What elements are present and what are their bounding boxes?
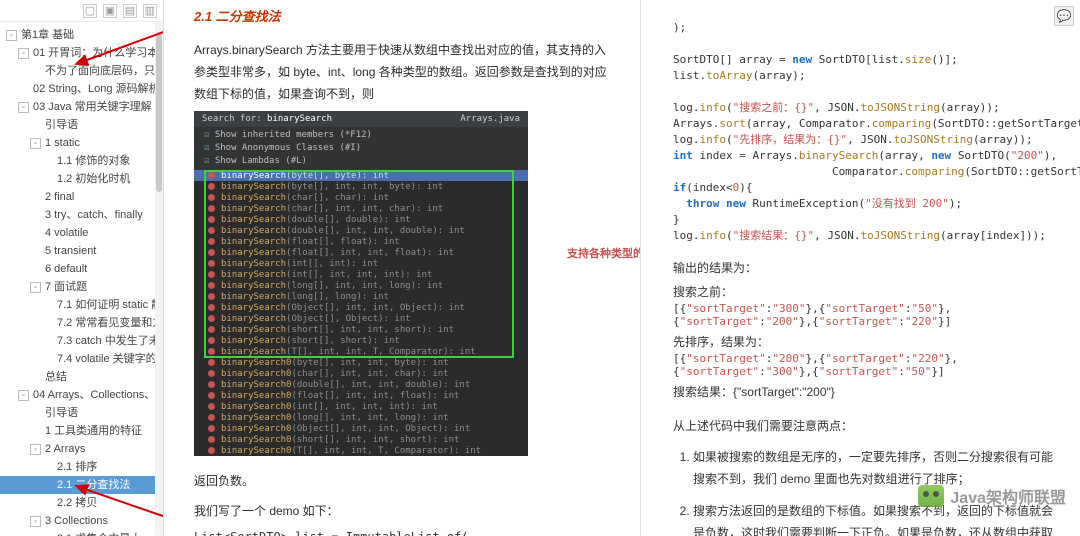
- output-heading: 输出的结果为：: [673, 258, 1062, 278]
- tree-node[interactable]: 7.1 如何证明 static 静态变量和类无关？: [0, 296, 163, 314]
- ide-result-row: binarySearch(double[], int, int, double)…: [194, 225, 528, 236]
- ide-options: Show inherited members (*F12) Show Anony…: [194, 127, 528, 170]
- ide-result-row: binarySearch(byte[], byte): int: [194, 170, 528, 181]
- ide-result-row: binarySearch0(T[], int, int, T, Comparat…: [194, 445, 528, 456]
- ide-result-row: binarySearch(Object[], Object): int: [194, 313, 528, 324]
- tree-node[interactable]: 7.4 volatile 关键字的作用和原理: [0, 350, 163, 368]
- annotation-text: 支持各种类型的参数: [567, 245, 640, 261]
- ide-result-row: binarySearch(byte[], int, int, byte): in…: [194, 181, 528, 192]
- article-right: 💬 ); SortDTO[] array = new SortDTO[list.…: [641, 0, 1080, 536]
- ide-option: Show Lambdas (#L): [204, 155, 518, 168]
- ide-result-row: binarySearch0(long[], int, int, long): i…: [194, 412, 528, 423]
- output-line: 搜索之前：: [673, 282, 1062, 302]
- ide-result-row: binarySearch(double[], double): int: [194, 214, 528, 225]
- ide-result-row: binarySearch0(short[], int, int, short):…: [194, 434, 528, 445]
- tree-node[interactable]: 1 工具类通用的特征: [0, 422, 163, 440]
- tree-node[interactable]: 1.1 修饰的对象: [0, 152, 163, 170]
- output-line: 搜索结果：{"sortTarget":"200"}: [673, 382, 1062, 402]
- ide-result-row: binarySearch(char[], char): int: [194, 192, 528, 203]
- tree-node[interactable]: 不为了面向底层码，只为了更好的实践: [0, 62, 163, 80]
- tree-node[interactable]: 6 default: [0, 260, 163, 278]
- tree-node[interactable]: 引导语: [0, 116, 163, 134]
- tree-node[interactable]: 2 final: [0, 188, 163, 206]
- tool-icon[interactable]: ▥: [143, 4, 157, 18]
- section-heading: 2.1 二分查找法: [194, 6, 618, 25]
- ide-result-row: binarySearch(Object[], int, int, Object)…: [194, 302, 528, 313]
- tree-node[interactable]: 总结: [0, 368, 163, 386]
- ide-result-row: binarySearch0(int[], int, int, int): int: [194, 401, 528, 412]
- paragraph: 返回负数。: [194, 470, 618, 492]
- ide-result-row: binarySearch(T[], int, int, T, Comparato…: [194, 346, 528, 357]
- ide-result-row: binarySearch(float[], float): int: [194, 236, 528, 247]
- ide-option: Show inherited members (*F12): [204, 129, 518, 142]
- watermark: Java架构师联盟: [918, 484, 1066, 508]
- tool-icon[interactable]: ▢: [83, 4, 97, 18]
- tree-node[interactable]: 5 transient: [0, 242, 163, 260]
- tree-node[interactable]: 2.1 排序: [0, 458, 163, 476]
- article-left: 2.1 二分查找法 Arrays.binarySearch 方法主要用于快速从数…: [164, 0, 640, 536]
- ide-result-row: binarySearch0(Object[], int, int, Object…: [194, 423, 528, 434]
- ide-result-row: binarySearch(int[], int, int, int): int: [194, 269, 528, 280]
- ide-search-value: binarySearch: [267, 114, 332, 124]
- ide-result-row: binarySearch(float[], int, int, float): …: [194, 247, 528, 258]
- ide-screenshot: Search for: binarySearch Arrays.java Sho…: [194, 111, 528, 456]
- tree-node[interactable]: -1 static: [0, 134, 163, 152]
- ide-option: Show Anonymous Classes (#I): [204, 142, 518, 155]
- paragraph: Arrays.binarySearch 方法主要用于快速从数组中查找出对应的值，…: [194, 39, 618, 105]
- tree-node[interactable]: -03 Java 常用关键字理解: [0, 98, 163, 116]
- ide-result-row: binarySearch0(double[], int, int, double…: [194, 379, 528, 390]
- tree-node[interactable]: 02 String、Long 源码解析和面试题: [0, 80, 163, 98]
- tree-node[interactable]: -3 Collections: [0, 512, 163, 530]
- outline-tree: -第1章 基础-01 开胃词：为什么学习本专栏不为了面向底层码，只为了更好的实践…: [0, 22, 163, 536]
- wechat-icon: [918, 485, 944, 507]
- tree-node[interactable]: -2 Arrays: [0, 440, 163, 458]
- ide-result-row: binarySearch(int[], int): int: [194, 258, 528, 269]
- tree-node[interactable]: 7.3 catch 中发生了未知异常，finally 还会执行么？: [0, 332, 163, 350]
- tree-node[interactable]: 1.2 初始化时机: [0, 170, 163, 188]
- tree-node[interactable]: 3 try、catch、finally: [0, 206, 163, 224]
- code-line: List<SortDTO> list = ImmutableList.of(: [194, 529, 618, 536]
- ide-result-row: binarySearch(long[], long): int: [194, 291, 528, 302]
- ide-result-row: binarySearch(long[], int, int, long): in…: [194, 280, 528, 291]
- paragraph: 从上述代码中我们需要注意两点：: [673, 416, 1062, 436]
- output-json: [{"sortTarget":"300"},{"sortTarget":"50"…: [673, 302, 1062, 328]
- tool-icon[interactable]: ▤: [123, 4, 137, 18]
- tree-node[interactable]: 4 volatile: [0, 224, 163, 242]
- tree-node[interactable]: 3.1 求集合中最大、小值: [0, 530, 163, 536]
- ide-result-row: binarySearch(char[], int, int, char): in…: [194, 203, 528, 214]
- ide-result-list: 支持各种类型的参数 binarySearch(byte[], byte): in…: [194, 170, 528, 456]
- tree-node[interactable]: -第1章 基础: [0, 26, 163, 44]
- paragraph: 我们写了一个 demo 如下：: [194, 502, 618, 519]
- tree-node[interactable]: 引导语: [0, 404, 163, 422]
- ide-result-row: binarySearch0(byte[], int, int, byte): i…: [194, 357, 528, 368]
- ide-search-label: Search for:: [202, 114, 262, 124]
- tree-node[interactable]: -01 开胃词：为什么学习本专栏: [0, 44, 163, 62]
- ide-result-row: binarySearch0(char[], int, int, char): i…: [194, 368, 528, 379]
- ide-result-row: binarySearch(short[], int, int, short): …: [194, 324, 528, 335]
- output-json: [{"sortTarget":"200"},{"sortTarget":"220…: [673, 352, 1062, 378]
- code-block: ); SortDTO[] array = new SortDTO[list.si…: [673, 4, 1062, 244]
- sidebar-toolbar: ▢ ▣ ▤ ▥: [0, 0, 163, 22]
- tree-node[interactable]: -04 Arrays、Collections、Objects 常用方法源码解析: [0, 386, 163, 404]
- ide-result-row: binarySearch0(float[], int, int, float):…: [194, 390, 528, 401]
- ide-result-row: binarySearch(short[], short): int: [194, 335, 528, 346]
- tree-node[interactable]: 2.1 二分查找法: [0, 476, 163, 494]
- tool-icon[interactable]: ▣: [103, 4, 117, 18]
- output-line: 先排序，结果为：: [673, 332, 1062, 352]
- sidebar-scrollbar[interactable]: [155, 22, 163, 536]
- watermark-text: Java架构师联盟: [950, 484, 1066, 508]
- tree-node[interactable]: 7.2 常常看见变量和方法被 static 和 final 两个关键字修饰，为什…: [0, 314, 163, 332]
- tree-node[interactable]: -7 面试题: [0, 278, 163, 296]
- chat-icon[interactable]: 💬: [1054, 6, 1074, 26]
- code-block: List<SortDTO> list = ImmutableList.of( n…: [194, 529, 618, 536]
- tree-node[interactable]: 2.2 拷贝: [0, 494, 163, 512]
- sidebar: ▢ ▣ ▤ ▥ -第1章 基础-01 开胃词：为什么学习本专栏不为了面向底层码，…: [0, 0, 164, 536]
- ide-file-name: Arrays.java: [460, 114, 520, 124]
